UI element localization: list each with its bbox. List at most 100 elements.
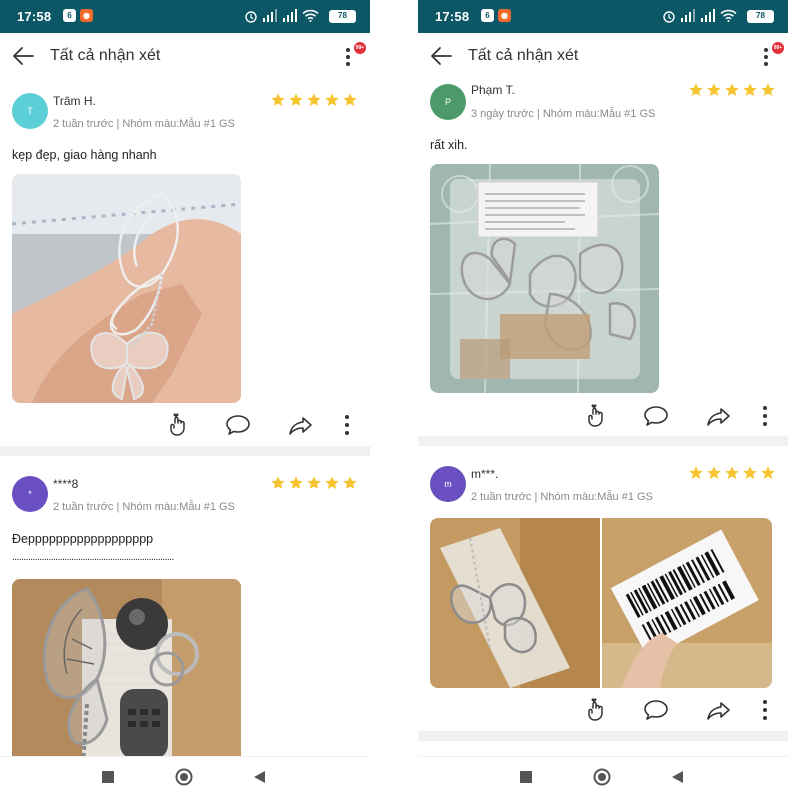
star-icon bbox=[707, 83, 721, 96]
comment-icon[interactable] bbox=[224, 411, 252, 439]
reviewer-name: ****8 bbox=[53, 477, 79, 491]
star-icon bbox=[271, 93, 285, 106]
star-icon bbox=[307, 476, 321, 489]
review-meta: 2 tuần trước | Nhóm màu:Mẫu #1 GS bbox=[53, 118, 235, 130]
avatar: * bbox=[12, 476, 48, 512]
wifi-icon bbox=[720, 9, 737, 22]
system-nav-bar bbox=[0, 756, 370, 800]
review-photo[interactable] bbox=[12, 174, 241, 403]
nav-square-icon[interactable] bbox=[519, 770, 533, 784]
butterfly-clip-in-parcel-photo bbox=[430, 518, 600, 688]
finger-heart-icon[interactable] bbox=[582, 402, 610, 430]
more-vertical-icon[interactable] bbox=[759, 46, 773, 68]
status-time: 17:58 bbox=[17, 9, 52, 24]
star-rating bbox=[688, 465, 776, 481]
star-icon bbox=[307, 93, 321, 106]
star-icon bbox=[271, 476, 285, 489]
more-vertical-icon[interactable] bbox=[751, 402, 779, 430]
alarm-icon bbox=[245, 11, 257, 23]
star-icon bbox=[725, 83, 739, 96]
wifi-icon bbox=[302, 9, 319, 22]
share-icon[interactable] bbox=[287, 411, 315, 439]
shopping-app-icon: ◉ bbox=[498, 9, 511, 22]
review-meta: 2 tuần trước | Nhóm màu:Mẫu #1 GS bbox=[53, 501, 235, 513]
review-card: P Phạm T. 3 ngày trước | Nhóm màu:Mẫu #1… bbox=[418, 79, 788, 431]
page-title: Tất cả nhận xét bbox=[50, 47, 161, 64]
finger-heart-icon[interactable] bbox=[164, 411, 192, 439]
review-photo[interactable] bbox=[430, 518, 600, 688]
review-card: T Trâm H. 2 tuần trước | Nhóm màu:Mẫu #1… bbox=[0, 79, 370, 439]
star-icon bbox=[343, 476, 357, 489]
reviewer-name: Phạm T. bbox=[471, 83, 515, 97]
signal-icon bbox=[283, 9, 297, 22]
status-icons: 78 bbox=[244, 9, 356, 24]
battery-indicator: 78 bbox=[329, 10, 356, 23]
comment-icon[interactable] bbox=[642, 696, 670, 724]
nav-triangle-icon[interactable] bbox=[253, 770, 266, 784]
star-icon bbox=[689, 83, 703, 96]
star-icon bbox=[707, 466, 721, 479]
back-arrow-icon[interactable] bbox=[12, 46, 34, 66]
nav-circle-icon[interactable] bbox=[593, 768, 611, 786]
notification-badge: 99+ bbox=[772, 42, 784, 54]
comment-icon[interactable] bbox=[642, 402, 670, 430]
review-text: Đepppppppppppppppppp bbox=[12, 532, 154, 546]
share-icon[interactable] bbox=[705, 402, 733, 430]
notification-icon: 6 bbox=[63, 9, 76, 22]
review-actions bbox=[0, 411, 370, 441]
star-icon bbox=[743, 83, 757, 96]
more-vertical-icon[interactable] bbox=[333, 411, 361, 439]
reviews-list: P Phạm T. 3 ngày trước | Nhóm màu:Mẫu #1… bbox=[418, 79, 788, 756]
app-bar: Tất cả nhận xét 99+ bbox=[418, 33, 788, 79]
review-text: kẹp đẹp, giao hàng nhanh bbox=[12, 148, 157, 162]
app-bar: Tất cả nhận xét 99+ bbox=[0, 33, 370, 79]
review-text-continuation: ........................................… bbox=[12, 552, 174, 563]
page-title: Tất cả nhận xét bbox=[468, 47, 579, 64]
star-icon bbox=[761, 466, 775, 479]
review-meta: 3 ngày trước | Nhóm màu:Mẫu #1 GS bbox=[471, 108, 656, 120]
shipping-label-barcode-photo bbox=[602, 518, 772, 688]
divider bbox=[0, 446, 370, 456]
back-arrow-icon[interactable] bbox=[430, 46, 452, 66]
divider bbox=[418, 436, 788, 446]
review-meta: 2 tuần trước | Nhóm màu:Mẫu #1 GS bbox=[471, 491, 653, 503]
signal-icon bbox=[701, 9, 715, 22]
star-icon bbox=[725, 466, 739, 479]
nav-triangle-icon[interactable] bbox=[671, 770, 684, 784]
divider bbox=[418, 731, 788, 741]
butterfly-clip-and-keychains-in-box-photo bbox=[12, 579, 241, 756]
share-icon[interactable] bbox=[705, 696, 733, 724]
more-vertical-icon[interactable] bbox=[751, 696, 779, 724]
signal-icon bbox=[263, 9, 277, 22]
notification-badge: 99+ bbox=[354, 42, 366, 54]
status-time: 17:58 bbox=[435, 9, 470, 24]
clips-in-plastic-bag-photo bbox=[430, 164, 659, 393]
reviews-list: T Trâm H. 2 tuần trước | Nhóm màu:Mẫu #1… bbox=[0, 79, 370, 756]
battery-indicator: 78 bbox=[747, 10, 774, 23]
status-icons: 78 bbox=[662, 9, 774, 24]
nav-square-icon[interactable] bbox=[101, 770, 115, 784]
star-icon bbox=[761, 83, 775, 96]
finger-heart-icon[interactable] bbox=[582, 696, 610, 724]
review-photo[interactable] bbox=[602, 518, 772, 688]
star-rating bbox=[688, 82, 776, 98]
more-vertical-icon[interactable] bbox=[341, 46, 355, 68]
page: 17:58 6 ◉ 78 Tất cả nhận xét 99+ T Trâm … bbox=[0, 0, 800, 800]
status-bar: 17:58 6 ◉ 78 bbox=[418, 0, 788, 33]
review-card: m m***. 2 tuần trước | Nhóm màu:Mẫu #1 G… bbox=[418, 446, 788, 746]
star-icon bbox=[325, 476, 339, 489]
shopping-app-icon: ◉ bbox=[80, 9, 93, 22]
review-text: rất xih. bbox=[430, 138, 468, 152]
star-icon bbox=[325, 93, 339, 106]
alarm-icon bbox=[663, 11, 675, 23]
review-photo[interactable] bbox=[12, 579, 241, 756]
avatar: P bbox=[430, 84, 466, 120]
nav-circle-icon[interactable] bbox=[175, 768, 193, 786]
notification-icon: 6 bbox=[481, 9, 494, 22]
star-icon bbox=[343, 93, 357, 106]
star-icon bbox=[743, 466, 757, 479]
reviewer-name: Trâm H. bbox=[53, 94, 96, 108]
review-photo[interactable] bbox=[430, 164, 659, 393]
status-bar: 17:58 6 ◉ 78 bbox=[0, 0, 370, 33]
signal-icon bbox=[681, 9, 695, 22]
